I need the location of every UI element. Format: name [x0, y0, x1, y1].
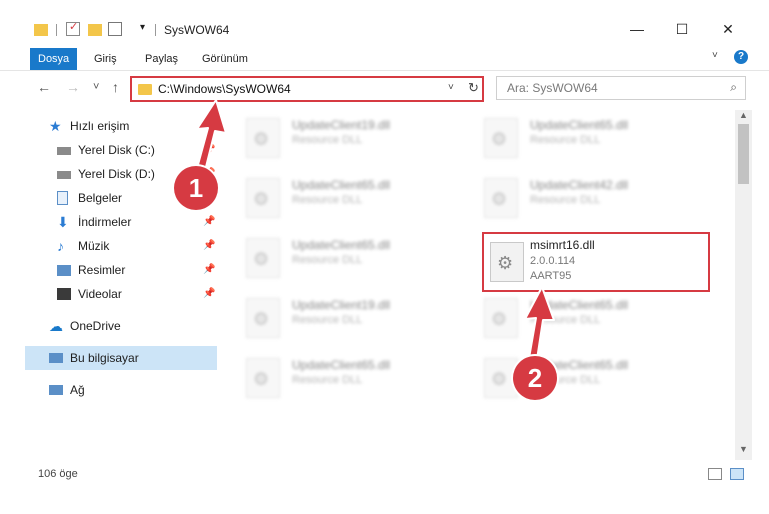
arrow-1	[195, 99, 227, 176]
step-1-badge: 1	[174, 166, 218, 210]
annotation-arrows	[195, 99, 555, 367]
step-2-badge: 2	[513, 356, 557, 400]
arrow-2	[524, 286, 555, 367]
